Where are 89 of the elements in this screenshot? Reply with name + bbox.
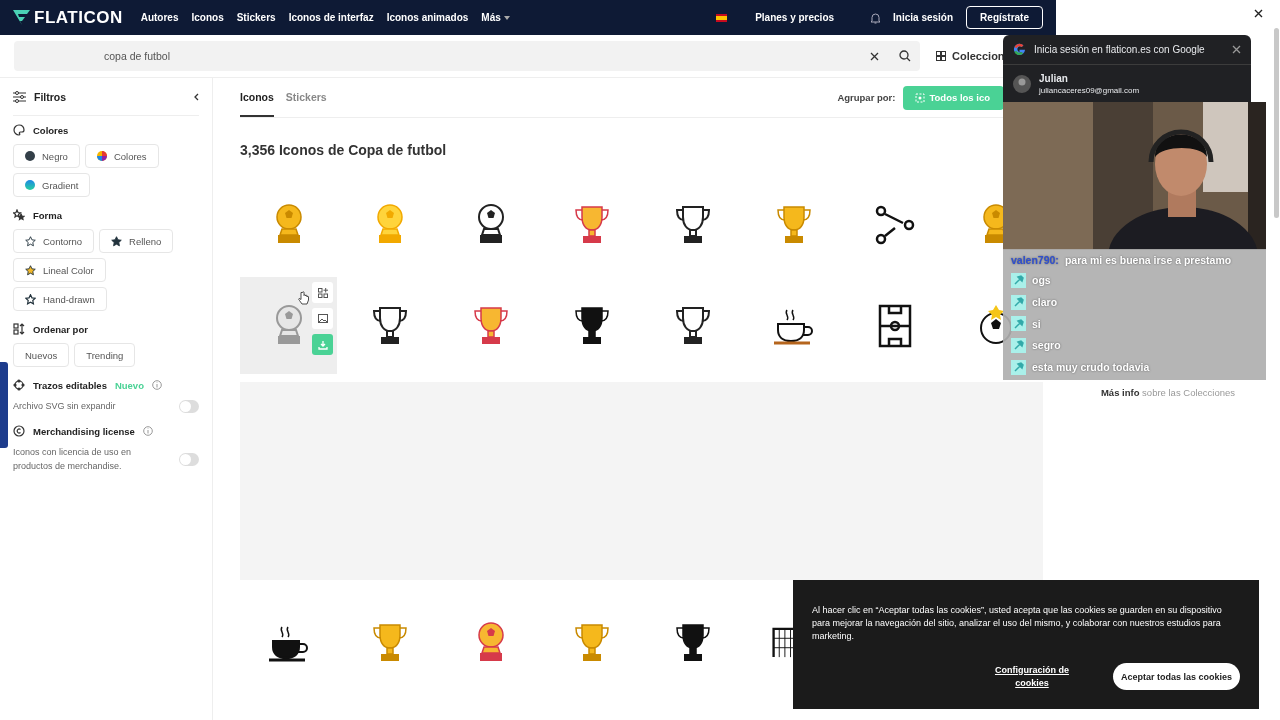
search-field[interactable]: copa de futbol: [14, 41, 920, 71]
nav-link[interactable]: Stickers: [236, 12, 276, 23]
palette-icon: [13, 124, 25, 136]
frame-icon: [915, 92, 926, 103]
group-by-label: Agrupar por:: [837, 92, 896, 103]
chat-message: ogs: [1032, 274, 1051, 287]
color-dot: [25, 151, 35, 161]
google-icon: [1013, 43, 1026, 56]
hand-cursor-icon: [298, 291, 309, 305]
hammer-badge-icon: [1011, 316, 1026, 332]
accept-cookies-button[interactable]: Aceptar todas las cookies: [1112, 663, 1240, 690]
chat-username: valen790:: [1011, 254, 1059, 267]
download-icon: [317, 339, 328, 350]
nav-link[interactable]: Más: [481, 12, 510, 23]
chat-message: para mi es buena irse a prestamo: [1064, 254, 1232, 267]
new-label: Nuevo: [114, 379, 144, 391]
cookie-text: Al hacer clic en “Aceptar todas las cookies”, usted acepta que las cookies se guarden en su dispositivo para mejorar la navegación del sitio, analizar el uso del mismo, y colaborar con nuestros estudios para marketing.: [812, 604, 1223, 643]
image-icon: [317, 314, 328, 323]
nav-link[interactable]: Iconos de interfaz: [288, 12, 374, 23]
filter-chip[interactable]: Gradient: [13, 173, 91, 197]
color-wheel-icon: [96, 151, 107, 161]
toggle-label: Iconos con licencia de uso en productos de merchandise.: [13, 446, 133, 473]
results-heading: 3,356 Iconos de Copa de futbol: [240, 142, 448, 158]
stars-icon: [13, 209, 25, 221]
chat-message: esta muy crudo todavia: [1032, 361, 1150, 374]
hammer-badge-icon: [1011, 337, 1026, 353]
section-title: Merchandising license: [33, 425, 135, 437]
filter-chip[interactable]: Relleno: [99, 229, 174, 253]
chat-message: claro: [1032, 296, 1058, 309]
close-icon[interactable]: [1254, 9, 1263, 18]
section-title: Ordenar por: [33, 323, 88, 335]
register-button[interactable]: Regístrate: [966, 6, 1043, 29]
copyright-icon: [13, 425, 25, 437]
login-link[interactable]: Inicia sesión: [893, 12, 954, 23]
star-icon: [25, 293, 36, 305]
add-to-collection-button[interactable]: [312, 282, 333, 303]
icon-tile[interactable]: [240, 277, 337, 374]
cookie-settings-link[interactable]: Configuración de cookies: [986, 663, 1077, 690]
filters-title: Filtros: [34, 90, 67, 103]
sort-icon: [13, 323, 25, 335]
filter-chip[interactable]: Lineal Color: [13, 258, 106, 282]
search-icon[interactable]: [899, 50, 911, 62]
nodes-icon: [13, 379, 25, 391]
star-icon: [111, 235, 123, 247]
info-icon: [142, 426, 153, 436]
chat-message: segro: [1032, 339, 1061, 352]
filters-icon: [13, 90, 26, 103]
hammer-badge-icon: [1011, 294, 1026, 310]
filter-chip[interactable]: Colores: [84, 144, 159, 168]
account-email: juliancaceres09@gmail.com: [1039, 86, 1140, 95]
filter-chip[interactable]: Contorno: [13, 229, 95, 253]
nav-link[interactable]: Iconos animados: [386, 12, 469, 23]
account-name: Julian: [1039, 73, 1069, 84]
avatar: [1013, 75, 1031, 93]
tab[interactable]: Iconos: [240, 78, 274, 117]
more-info-text: Más info sobre las Colecciones: [1100, 387, 1236, 398]
toggle-switch[interactable]: [179, 399, 199, 413]
hammer-badge-icon: [1011, 273, 1026, 288]
filter-chip[interactable]: Trending: [74, 343, 136, 367]
collections-button[interactable]: Coleccion: [936, 50, 1005, 62]
section-title: Trazos editables: [33, 379, 107, 391]
gradient-dot: [25, 180, 35, 190]
image-button[interactable]: [312, 308, 333, 329]
nav-link[interactable]: Iconos: [191, 12, 224, 23]
add-grid-icon: [317, 287, 328, 298]
clear-icon[interactable]: [870, 51, 879, 61]
logo[interactable]: FLATICON: [13, 7, 123, 28]
hammer-badge-icon: [1011, 359, 1026, 375]
section-title: Forma: [33, 209, 63, 221]
bell-icon[interactable]: [870, 11, 882, 24]
chat-message: si: [1032, 317, 1041, 330]
toggle-switch[interactable]: [179, 452, 199, 466]
close-icon[interactable]: [1232, 45, 1241, 54]
filter-chip[interactable]: Negro: [13, 144, 80, 168]
grid-icon: [936, 51, 946, 61]
caret-icon: [503, 15, 510, 20]
star-icon: [25, 264, 36, 276]
nav-link[interactable]: Autores: [140, 12, 179, 23]
info-icon: [151, 380, 162, 390]
tab[interactable]: Stickers: [285, 78, 327, 117]
flag-icon[interactable]: [716, 13, 728, 22]
collapse-icon[interactable]: [193, 92, 199, 101]
filter-chip[interactable]: Nuevos: [13, 343, 70, 367]
toggle-label: Archivo SVG sin expandir: [13, 400, 116, 413]
section-title: Colores: [33, 124, 69, 136]
star-icon: [25, 235, 36, 247]
nav-link[interactable]: Planes y precios: [755, 12, 835, 23]
popup-title: Inicia sesión en flaticon.es con Google: [1034, 44, 1206, 55]
filter-chip[interactable]: Hand-drawn: [13, 287, 107, 311]
